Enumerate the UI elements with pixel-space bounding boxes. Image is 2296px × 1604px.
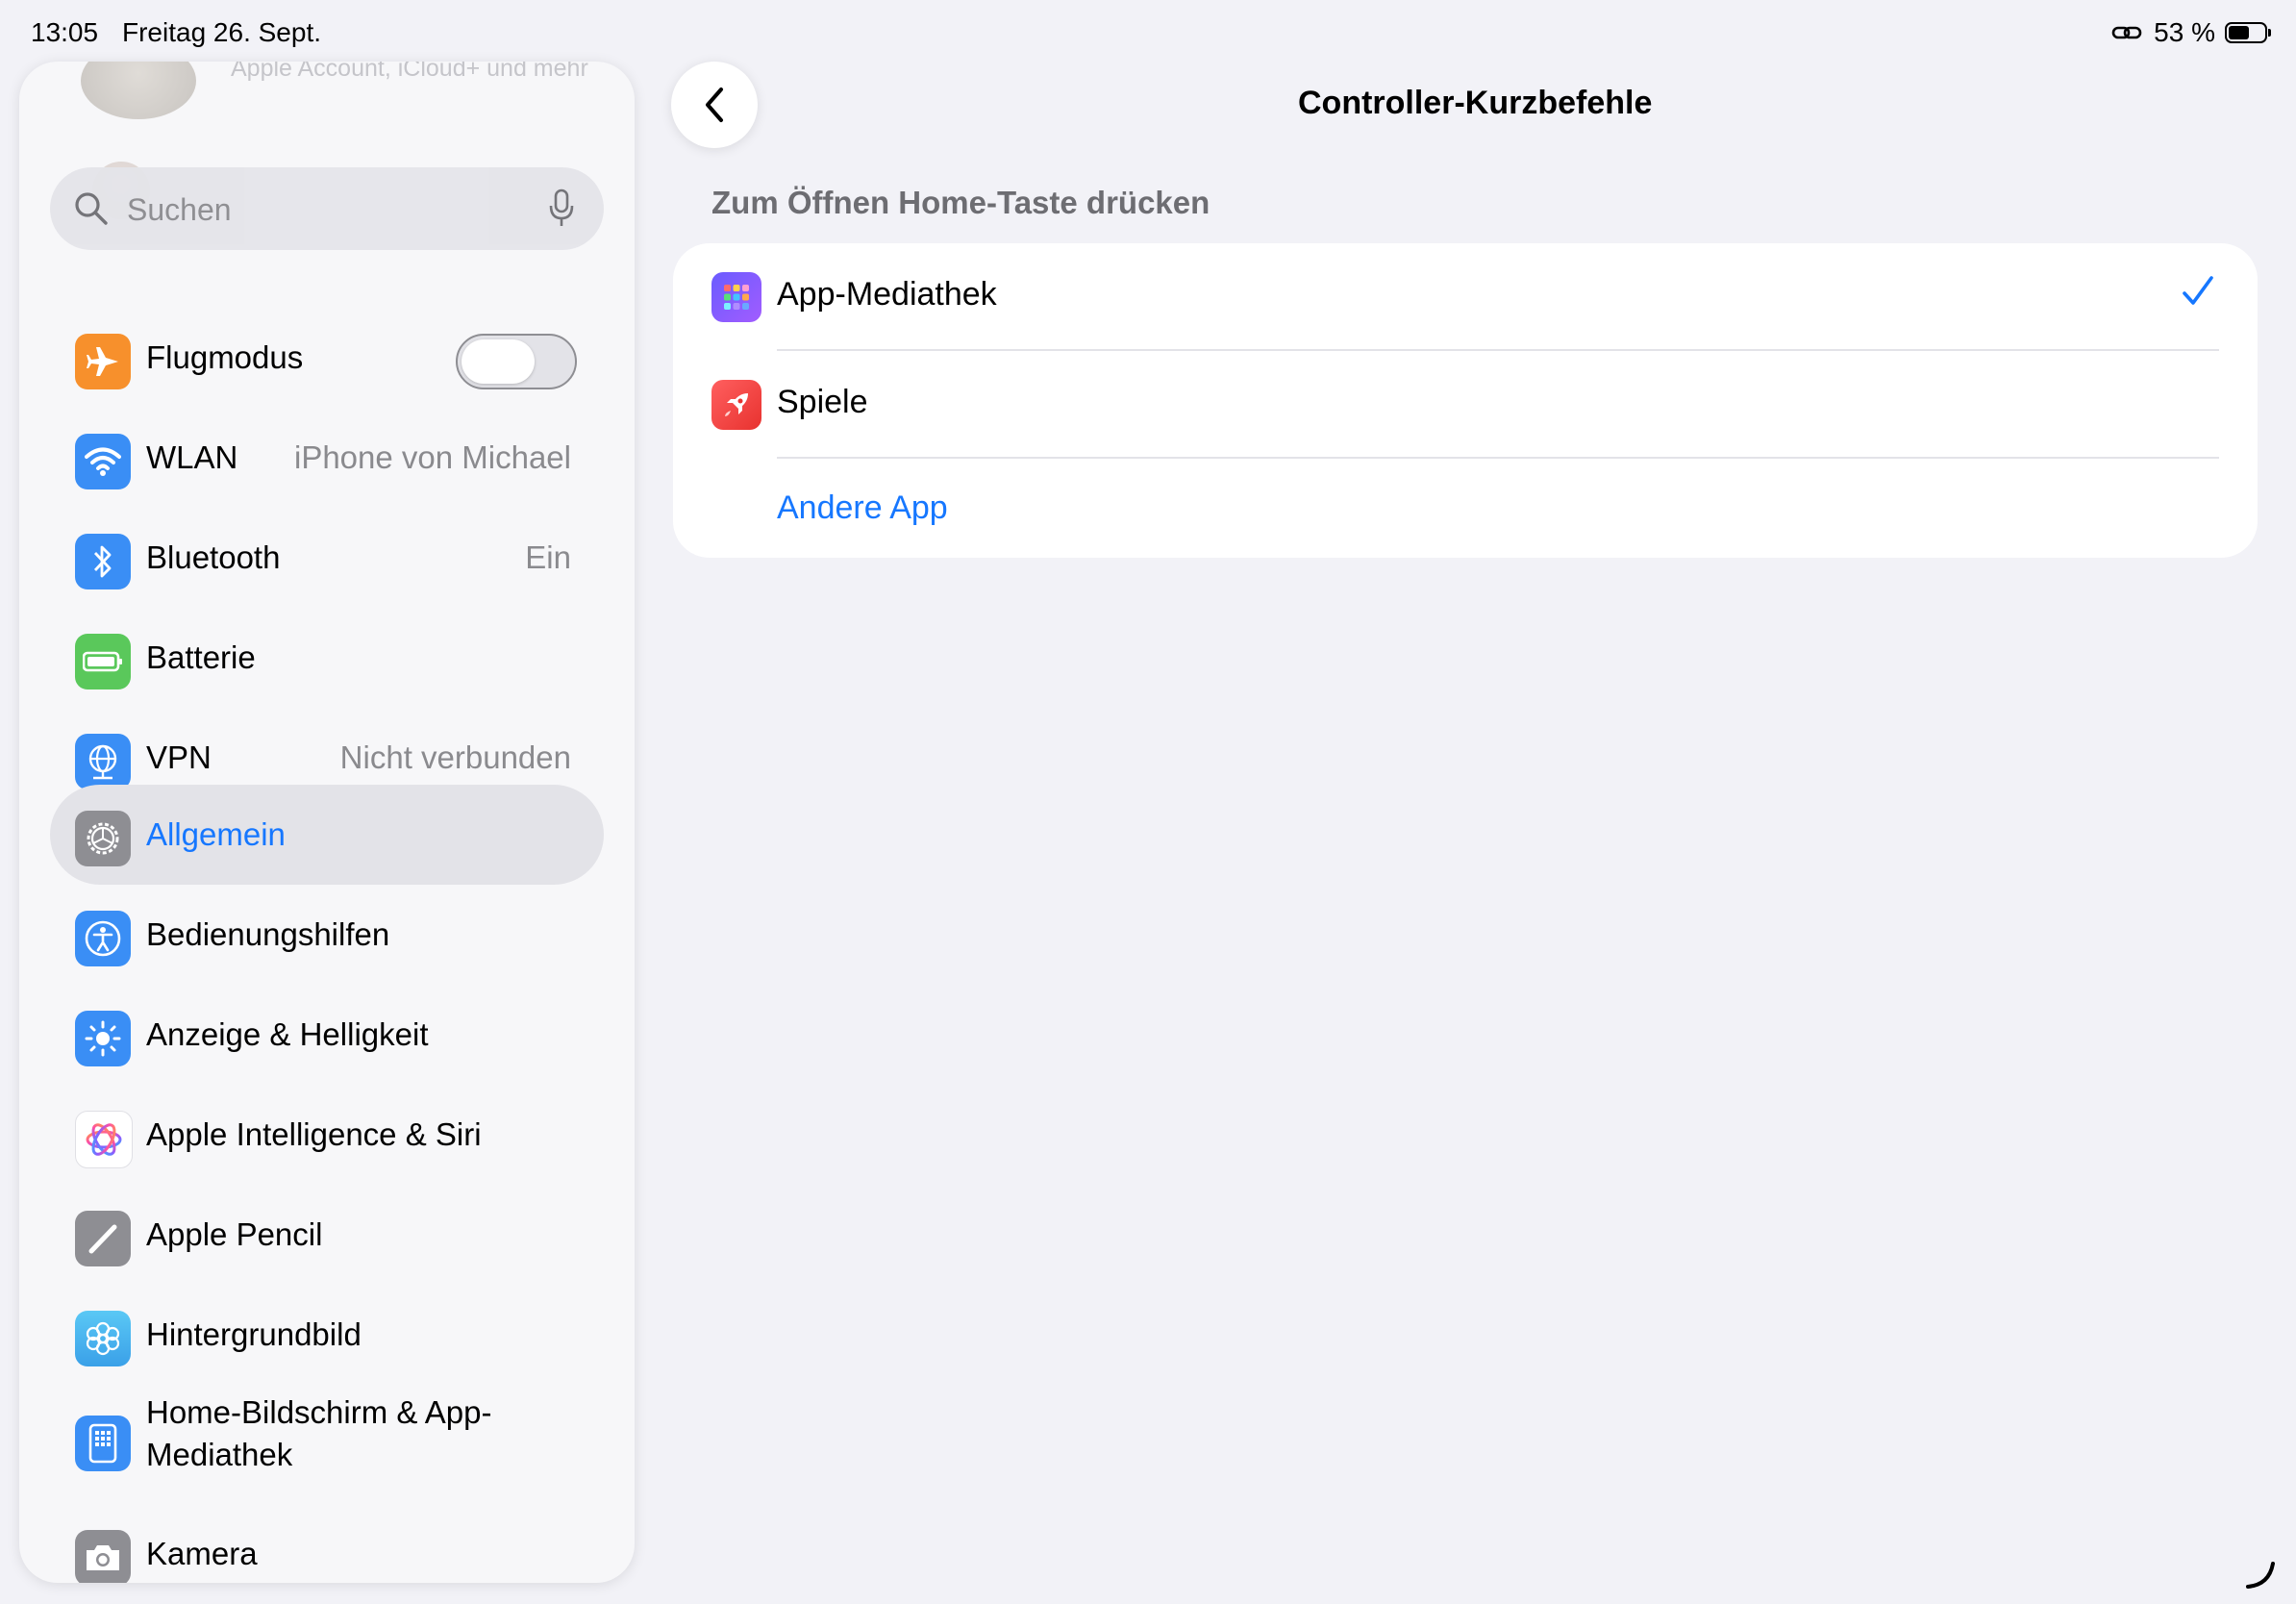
sidebar-item-label: Apple Pencil xyxy=(146,1216,323,1252)
battery-icon xyxy=(2225,22,2271,43)
sidebar-item-label: WLAN xyxy=(146,439,238,475)
checkmark-icon xyxy=(2183,276,2213,305)
home-screen-icon xyxy=(75,1416,131,1471)
sidebar-item-apple-pencil[interactable]: Apple Pencil xyxy=(19,1191,635,1278)
sidebar-item-label: VPN xyxy=(146,739,212,775)
options-card: App-Mediathek Spiele Andere App xyxy=(673,243,2258,558)
option-spiele[interactable]: Spiele xyxy=(673,351,2258,457)
sidebar-item-label: Bedienungshilfen xyxy=(146,916,390,952)
bluetooth-icon xyxy=(75,534,131,589)
gear-icon xyxy=(75,811,131,866)
other-app-link[interactable]: Andere App xyxy=(777,489,948,527)
flower-icon xyxy=(75,1311,131,1366)
personal-hotspot-icon xyxy=(2111,26,2142,39)
app-library-icon xyxy=(711,272,761,322)
sidebar-item-bedienungshilfen[interactable]: Bedienungshilfen xyxy=(19,891,635,978)
battery-icon xyxy=(75,634,131,689)
sidebar-item-label: Hintergrundbild xyxy=(146,1316,362,1352)
sidebar-item-bluetooth[interactable]: Bluetooth Ein xyxy=(19,514,635,601)
sidebar-item-label: Anzeige & Helligkeit xyxy=(146,1016,429,1052)
sidebar-item-flugmodus[interactable]: Flugmodus xyxy=(19,314,635,401)
microphone-icon[interactable] xyxy=(548,188,575,229)
sidebar-item-label: Home-Bildschirm & App-Mediathek xyxy=(146,1394,492,1472)
sidebar-item-allgemein[interactable]: Allgemein xyxy=(19,791,635,878)
games-rocket-icon xyxy=(711,380,761,430)
pencil-icon xyxy=(75,1211,131,1266)
airplane-icon xyxy=(75,334,131,389)
apple-account-subtitle: Apple Account, iCloud+ und mehr xyxy=(231,62,588,82)
back-button[interactable] xyxy=(671,62,758,148)
page-title: Controller-Kurzbefehle xyxy=(1298,85,1653,121)
wifi-icon xyxy=(75,434,131,489)
sidebar-item-apple-intelligence[interactable]: Apple Intelligence & Siri xyxy=(19,1091,635,1178)
sidebar-item-hintergrundbild[interactable]: Hintergrundbild xyxy=(19,1291,635,1378)
status-time: 13:05 xyxy=(31,17,99,47)
sidebar-item-label: Flugmodus xyxy=(146,339,304,375)
search-field[interactable]: Suchen xyxy=(50,167,604,250)
sidebar-item-anzeige[interactable]: Anzeige & Helligkeit xyxy=(19,991,635,1078)
section-header: Zum Öffnen Home-Taste drücken xyxy=(711,185,1210,220)
corner-indicator-icon xyxy=(2246,1562,2275,1589)
option-app-mediathek[interactable]: App-Mediathek xyxy=(673,243,2258,349)
option-label: Spiele xyxy=(777,384,868,420)
sun-icon xyxy=(75,1011,131,1066)
status-date: Freitag 26. Sept. xyxy=(122,17,322,47)
sidebar-item-label: Bluetooth xyxy=(146,539,281,575)
apple-intelligence-icon xyxy=(75,1111,133,1168)
sidebar-item-home-bildschirm[interactable]: Home-Bildschirm & App-Mediathek xyxy=(19,1391,635,1497)
accessibility-icon xyxy=(75,911,131,966)
sidebar-item-label: Apple Intelligence & Siri xyxy=(146,1116,482,1152)
airplane-mode-toggle[interactable] xyxy=(456,334,577,389)
wlan-value: iPhone von Michael xyxy=(293,439,571,475)
sidebar-item-label: Allgemein xyxy=(146,816,286,852)
globe-icon xyxy=(75,734,131,789)
chevron-left-icon xyxy=(706,88,723,122)
sidebar-item-wlan[interactable]: WLAN iPhone von Michael xyxy=(19,414,635,501)
sidebar-item-label: Kamera xyxy=(146,1536,258,1571)
vpn-value: Nicht verbunden xyxy=(339,739,571,775)
status-bar: 13:05 Freitag 26. Sept. 53 % xyxy=(31,12,2271,50)
sidebar-item-label: Batterie xyxy=(146,639,256,675)
battery-percent: 53 % xyxy=(2154,17,2215,47)
sidebar-item-kamera[interactable]: Kamera xyxy=(19,1511,635,1583)
settings-sidebar: Apple Account, iCloud+ und mehr Suchen F… xyxy=(19,62,635,1583)
status-right: 53 % xyxy=(2111,17,2271,48)
search-icon xyxy=(75,192,108,225)
sidebar-item-batterie[interactable]: Batterie xyxy=(19,614,635,701)
search-placeholder: Suchen xyxy=(127,192,232,227)
avatar xyxy=(81,62,196,119)
option-label: App-Mediathek xyxy=(777,276,997,313)
apple-account-row[interactable]: Apple Account, iCloud+ und mehr xyxy=(81,62,619,177)
bluetooth-value: Ein xyxy=(525,539,571,575)
camera-icon xyxy=(75,1530,131,1583)
divider xyxy=(777,457,2219,459)
